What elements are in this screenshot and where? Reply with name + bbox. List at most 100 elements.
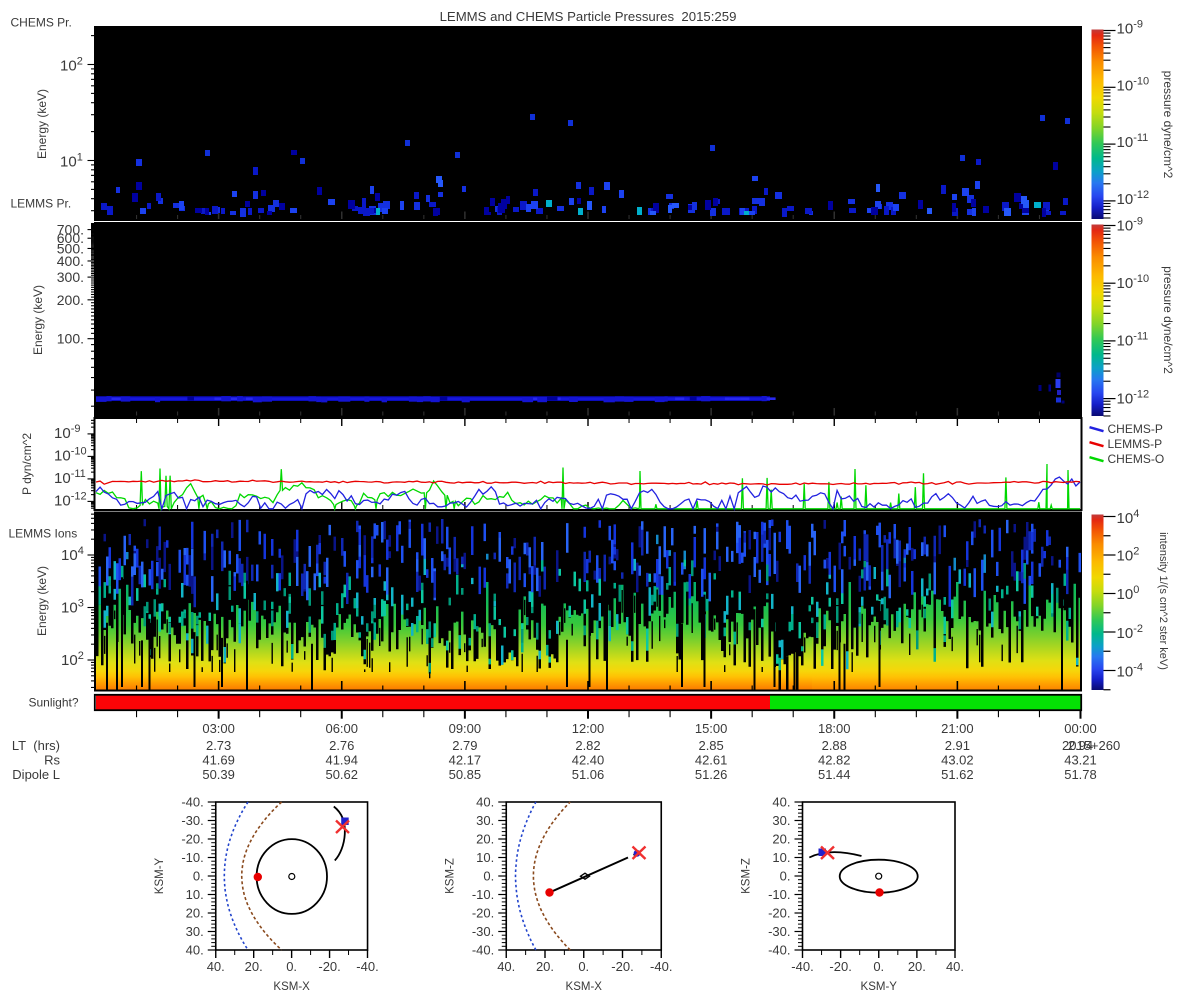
- svg-text:41.69: 41.69: [202, 753, 235, 768]
- svg-text:2.73: 2.73: [206, 738, 231, 753]
- svg-text:10-2: 10-2: [1117, 623, 1143, 642]
- svg-text:0.: 0.: [193, 869, 204, 884]
- svg-text:KSM-Y: KSM-Y: [861, 981, 898, 993]
- svg-text:KSM-X: KSM-X: [273, 981, 310, 993]
- svg-text:20.: 20.: [245, 959, 263, 974]
- svg-text:12:00: 12:00: [572, 721, 605, 736]
- svg-text:102: 102: [60, 56, 83, 75]
- svg-text:102: 102: [61, 650, 84, 669]
- svg-text:06:00: 06:00: [325, 721, 358, 736]
- svg-text:Dipole L: Dipole L: [12, 767, 60, 782]
- svg-text:100: 100: [1117, 584, 1140, 603]
- svg-text:-10.: -10.: [181, 850, 203, 865]
- svg-text:42.17: 42.17: [449, 753, 482, 768]
- svg-text:-20.: -20.: [611, 959, 633, 974]
- svg-text:-30.: -30.: [768, 924, 790, 939]
- svg-text:Energy (keV): Energy (keV): [31, 285, 45, 355]
- svg-text:-10.: -10.: [472, 887, 494, 902]
- svg-text:51.62: 51.62: [941, 767, 974, 782]
- svg-text:0.: 0.: [578, 959, 589, 974]
- svg-text:10-10: 10-10: [1117, 76, 1150, 95]
- svg-text:Energy (keV): Energy (keV): [35, 566, 49, 636]
- svg-text:20.: 20.: [772, 832, 790, 847]
- svg-text:40.: 40.: [497, 959, 515, 974]
- svg-text:20.: 20.: [186, 906, 204, 921]
- svg-text:-30.: -30.: [472, 924, 494, 939]
- svg-text:30.: 30.: [186, 924, 204, 939]
- svg-text:10-11: 10-11: [1117, 331, 1149, 350]
- svg-text:30.: 30.: [772, 813, 790, 828]
- svg-text:10-10: 10-10: [54, 445, 87, 464]
- svg-text:30.: 30.: [476, 813, 494, 828]
- svg-text:LT (hrs): LT (hrs): [12, 738, 60, 753]
- svg-text:43.02: 43.02: [941, 753, 974, 768]
- svg-text:KSM-X: KSM-X: [566, 981, 603, 993]
- svg-text:101: 101: [60, 152, 83, 171]
- svg-text:10-4: 10-4: [1117, 662, 1143, 681]
- svg-text:LEMMS Pr.: LEMMS Pr.: [11, 197, 72, 211]
- svg-text:-20.: -20.: [318, 959, 340, 974]
- svg-text:51.44: 51.44: [818, 767, 851, 782]
- svg-text:42.61: 42.61: [695, 753, 728, 768]
- svg-text:10.: 10.: [772, 850, 790, 865]
- svg-text:10-11: 10-11: [54, 468, 86, 487]
- svg-text:-20.: -20.: [472, 906, 494, 921]
- svg-text:pressure dyne/cm^2: pressure dyne/cm^2: [1161, 71, 1175, 179]
- svg-text:2.88: 2.88: [822, 738, 847, 753]
- svg-text:0.: 0.: [873, 959, 884, 974]
- svg-text:LEMMS-P: LEMMS-P: [1108, 437, 1163, 451]
- svg-text:10-12: 10-12: [1117, 189, 1150, 208]
- svg-text:P dyn/cm^2: P dyn/cm^2: [20, 433, 34, 495]
- svg-text:10.: 10.: [186, 887, 204, 902]
- svg-text:Energy (keV): Energy (keV): [35, 89, 49, 159]
- svg-text:CHEMS-P: CHEMS-P: [1108, 422, 1163, 436]
- svg-text:-20.: -20.: [181, 832, 203, 847]
- svg-text:10-10: 10-10: [1117, 273, 1150, 292]
- svg-text:100.: 100.: [57, 331, 84, 347]
- svg-text:KSM-Y: KSM-Y: [154, 857, 166, 894]
- svg-text:2015+260: 2015+260: [1062, 738, 1120, 753]
- svg-text:0.: 0.: [483, 869, 494, 884]
- svg-text:KSM-Z: KSM-Z: [741, 858, 753, 894]
- svg-text:10-9: 10-9: [1117, 19, 1143, 38]
- svg-text:40.: 40.: [946, 959, 964, 974]
- svg-text:20.: 20.: [536, 959, 554, 974]
- svg-text:pressure dyne/cm^2: pressure dyne/cm^2: [1161, 266, 1175, 374]
- svg-text:intensity 1/(s cm^2 ster keV): intensity 1/(s cm^2 ster keV): [1157, 532, 1169, 670]
- svg-text:-20.: -20.: [768, 906, 790, 921]
- svg-text:-40.: -40.: [650, 959, 672, 974]
- svg-text:-40.: -40.: [472, 943, 494, 958]
- svg-text:20.: 20.: [476, 832, 494, 847]
- svg-text:Sunlight?: Sunlight?: [29, 696, 79, 710]
- svg-text:-40.: -40.: [791, 959, 813, 974]
- svg-text:10-12: 10-12: [54, 490, 87, 509]
- svg-text:KSM-Z: KSM-Z: [444, 858, 456, 894]
- svg-text:LEMMS Ions: LEMMS Ions: [9, 527, 78, 541]
- svg-text:CHEMS Pr.: CHEMS Pr.: [11, 16, 72, 30]
- svg-text:-40.: -40.: [181, 795, 203, 810]
- svg-text:CHEMS-O: CHEMS-O: [1108, 452, 1165, 466]
- svg-text:700.: 700.: [57, 222, 84, 238]
- svg-text:104: 104: [1117, 508, 1140, 527]
- svg-text:40.: 40.: [772, 795, 790, 810]
- svg-text:10-9: 10-9: [54, 423, 80, 442]
- svg-text:2.85: 2.85: [698, 738, 723, 753]
- svg-text:10-9: 10-9: [1117, 216, 1143, 235]
- svg-text:43.21: 43.21: [1064, 753, 1097, 768]
- svg-text:20.: 20.: [908, 959, 926, 974]
- svg-text:41.94: 41.94: [325, 753, 358, 768]
- svg-text:-30.: -30.: [181, 813, 203, 828]
- svg-text:2.82: 2.82: [575, 738, 600, 753]
- svg-text:2.79: 2.79: [452, 738, 477, 753]
- svg-text:40.: 40.: [207, 959, 225, 974]
- svg-text:LEMMS and CHEMS Particle Press: LEMMS and CHEMS Particle Pressures 2015:…: [440, 9, 737, 24]
- svg-text:-40.: -40.: [768, 943, 790, 958]
- svg-text:10-12: 10-12: [1117, 388, 1150, 407]
- svg-text:-20.: -20.: [829, 959, 851, 974]
- svg-text:10-11: 10-11: [1117, 132, 1149, 151]
- svg-text:0.: 0.: [780, 869, 791, 884]
- svg-text:42.82: 42.82: [818, 753, 851, 768]
- svg-text:03:00: 03:00: [202, 721, 235, 736]
- svg-text:103: 103: [61, 598, 84, 617]
- svg-text:Rs: Rs: [44, 753, 60, 768]
